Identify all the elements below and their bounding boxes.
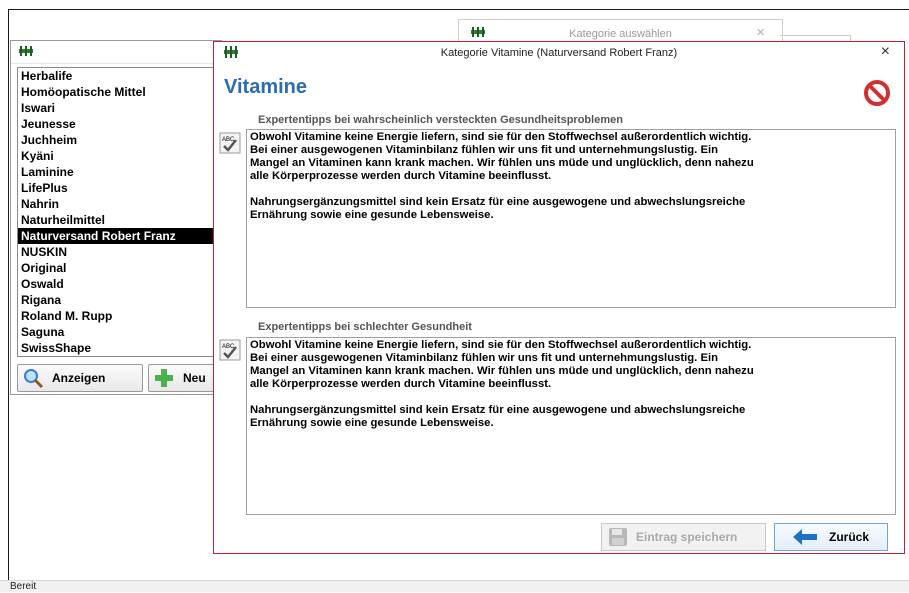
list-item[interactable]: Saguna <box>18 324 223 340</box>
list-item[interactable]: Kyäni <box>18 148 223 164</box>
section2-paragraph: Nahrungsergänzungsmittel sind kein Ersat… <box>250 404 746 429</box>
section1-paragraph: Nahrungsergänzungsmittel sind kein Ersat… <box>250 196 746 221</box>
no-entry-icon <box>864 80 890 111</box>
section1-paragraph: Obwohl Vitamine keine Energie liefern, s… <box>250 131 754 182</box>
close-icon[interactable]: × <box>881 43 890 61</box>
section2-label: Expertentipps bei schlechter Gesundheit <box>258 321 472 333</box>
arrow-left-icon <box>793 529 817 545</box>
show-button-label: Anzeigen <box>52 371 106 385</box>
section2-paragraph: Obwohl Vitamine keine Energie liefern, s… <box>250 339 754 390</box>
company-list[interactable]: Herbalife Homöopatische Mittel Iswari Jeune… <box>17 67 223 357</box>
category-heading: Vitamine <box>224 76 307 98</box>
list-item[interactable]: Iswari <box>18 100 223 116</box>
back-button[interactable]: Zurück <box>774 523 888 551</box>
section1-textarea[interactable]: Obwohl Vitamine keine Energie liefern, s… <box>246 129 896 308</box>
list-item[interactable]: Rigana <box>18 292 223 308</box>
status-text: Bereit <box>10 581 37 592</box>
list-item[interactable]: Jeunesse <box>18 116 223 132</box>
list-item[interactable]: Juchheim <box>18 132 223 148</box>
list-item[interactable]: Naturheilmittel <box>18 212 223 228</box>
list-item[interactable]: LifePlus <box>18 180 223 196</box>
list-item[interactable]: SwissShape <box>18 340 223 356</box>
new-button[interactable]: Neu <box>148 364 223 392</box>
plus-icon <box>153 367 175 389</box>
new-button-label: Neu <box>183 371 206 385</box>
show-button[interactable]: Anzeigen <box>17 364 143 392</box>
category-dialog: Kategorie Vitamine (Naturversand Robert … <box>213 41 905 554</box>
company-list-window: Herbalife Homöopatische Mittel Iswari Jeune… <box>10 40 223 395</box>
status-bar: Bereit <box>0 580 909 592</box>
category-select-title: Kategorie auswählen <box>569 28 672 40</box>
list-item[interactable]: Herbalife <box>18 68 223 84</box>
list-item[interactable]: Naturversand Robert Franz <box>18 228 223 244</box>
list-item[interactable]: Original <box>18 260 223 276</box>
floppy-disk-icon <box>608 527 628 547</box>
back-button-label: Zurück <box>829 530 870 544</box>
dialog-title: Kategorie Vitamine (Naturversand Robert … <box>440 47 678 59</box>
window-titlebar <box>11 41 221 64</box>
save-entry-label: Eintrag speichern <box>636 530 738 544</box>
section1-label: Expertentipps bei wahrscheinlich verstec… <box>258 114 623 126</box>
search-icon <box>22 367 44 389</box>
list-item[interactable]: Nahrin <box>18 196 223 212</box>
list-item[interactable]: Oswald <box>18 276 223 292</box>
list-item[interactable]: NUSKIN <box>18 244 223 260</box>
spellcheck-icon[interactable]: ABC <box>219 339 241 361</box>
close-icon[interactable]: × <box>756 24 765 41</box>
dialog-titlebar: Kategorie Vitamine (Naturversand Robert … <box>214 42 904 64</box>
list-item[interactable]: Homöopatische Mittel <box>18 84 223 100</box>
list-item[interactable]: Roland M. Rupp <box>18 308 223 324</box>
section2-textarea[interactable]: Obwohl Vitamine keine Energie liefern, s… <box>246 337 896 515</box>
spellcheck-icon[interactable]: ABC <box>219 132 241 154</box>
app-logo-icon <box>19 43 33 61</box>
list-item[interactable]: Laminine <box>18 164 223 180</box>
save-entry-button[interactable]: Eintrag speichern <box>601 523 766 551</box>
